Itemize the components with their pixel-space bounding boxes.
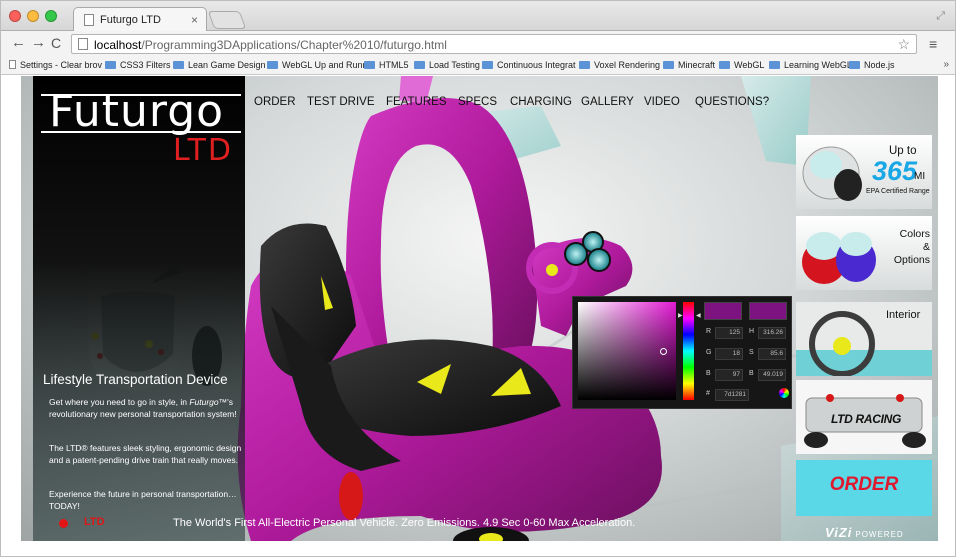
folder-icon <box>173 61 184 69</box>
url-host: localhost <box>94 38 142 52</box>
futurgo-page: Futurgo LTD Lifestyle Transportation Dev… <box>21 76 938 541</box>
back-button[interactable]: ← <box>11 35 26 51</box>
hue-arrow-icon: ▶ <box>678 313 683 319</box>
folder-icon <box>719 61 730 69</box>
order-tile[interactable]: ORDER <box>796 460 932 516</box>
colors-options-tile[interactable]: Colors & Options <box>796 216 932 290</box>
bookmark-folder[interactable]: Minecraft <box>663 60 715 70</box>
hue-arrow-icon: ◀ <box>696 313 701 319</box>
left-info-panel: Futurgo LTD Lifestyle Transportation Dev… <box>33 76 245 541</box>
ltd-label: LTD <box>84 516 105 528</box>
ltd-logo: LTD <box>173 133 234 168</box>
record-dot-icon <box>59 519 68 528</box>
folder-icon <box>849 61 860 69</box>
bookmark-folder[interactable]: HTML5 <box>364 60 409 70</box>
vizi-logo[interactable]: ViZi POWERED <box>825 525 904 540</box>
bookmark-folder[interactable]: Learning WebGL <box>769 60 852 70</box>
folder-icon <box>769 61 780 69</box>
cta-paragraph: Experience the future in personal transp… <box>49 489 237 511</box>
tagline: Lifestyle Transportation Device <box>43 372 228 387</box>
window-maximize-button[interactable] <box>45 10 57 22</box>
new-color-swatch <box>704 302 742 320</box>
page-icon <box>9 60 16 69</box>
folder-icon <box>267 61 278 69</box>
folder-icon <box>482 61 493 69</box>
bookmark-folder[interactable]: Load Testing <box>414 60 480 70</box>
folder-icon <box>663 61 674 69</box>
folder-icon <box>105 61 116 69</box>
address-bar[interactable]: localhost/Programming3DApplications/Chap… <box>71 34 917 54</box>
bookmark-folder[interactable]: Continuous Integrat <box>482 60 576 70</box>
bottom-banner-text: The World's First All-Electric Personal … <box>173 517 636 529</box>
nav-order[interactable]: ORDER <box>254 96 296 108</box>
bookmark-star-icon[interactable]: ☆ <box>897 36 910 53</box>
saturation-value-field[interactable] <box>578 302 676 400</box>
intro-paragraph: Get where you need to go in style, in Fu… <box>49 397 237 419</box>
bookmark-folder[interactable]: Voxel Rendering <box>579 60 660 70</box>
reload-button[interactable]: C <box>51 35 61 51</box>
url-path: /Programming3DApplications/Chapter%2010/… <box>141 38 447 52</box>
fullscreen-icon[interactable]: ⤢ <box>936 10 945 23</box>
bookmark-folder[interactable]: WebGL Up and Runn <box>267 60 368 70</box>
range-unit: MI <box>914 171 926 182</box>
tab-close-icon[interactable]: × <box>191 13 198 27</box>
folder-icon <box>364 61 375 69</box>
bookmark-folder[interactable]: WebGL <box>719 60 764 70</box>
interior-tile[interactable]: Interior <box>796 302 932 376</box>
ltd-racing-label: LTD RACING <box>830 412 902 426</box>
window-minimize-button[interactable] <box>27 10 39 22</box>
tab-title: Futurgo LTD <box>100 14 161 26</box>
order-label: ORDER <box>829 474 899 495</box>
range-tile[interactable]: Up to 365 MI EPA Certified Range <box>796 135 932 209</box>
color-wheel-icon[interactable] <box>779 388 789 398</box>
futurgo-logo[interactable]: Futurgo <box>49 90 239 134</box>
browser-toolbar: ← → C localhost/Programming3DApplication… <box>1 31 955 57</box>
nav-charging[interactable]: CHARGING <box>510 96 572 108</box>
interior-label: Interior <box>886 309 921 321</box>
forward-button[interactable]: → <box>31 35 46 51</box>
hue-slider[interactable] <box>683 302 694 400</box>
nav-video[interactable]: VIDEO <box>644 96 680 108</box>
bookmarks-bar: Settings - Clear brov CSS3 Filters Lean … <box>1 57 955 75</box>
folder-icon <box>414 61 425 69</box>
window-close-button[interactable] <box>9 10 21 22</box>
features-paragraph: The LTD® features sleek styling, ergonom… <box>49 443 242 465</box>
nav-features[interactable]: FEATURES <box>386 96 447 108</box>
nav-gallery[interactable]: GALLERY <box>581 96 634 108</box>
range-caption: EPA Certified Range <box>866 188 930 195</box>
color-cursor[interactable] <box>660 348 667 355</box>
tab-strip: Futurgo LTD × ⤢ <box>1 1 955 32</box>
range-value: 365 <box>872 156 918 186</box>
nav-test-drive[interactable]: TEST DRIVE <box>307 96 375 108</box>
folder-icon <box>579 61 590 69</box>
bookmarks-overflow-icon[interactable]: » <box>943 59 949 70</box>
browser-menu-icon[interactable]: ≡ <box>929 36 937 52</box>
current-color-swatch[interactable] <box>749 302 787 320</box>
tab-futurgo[interactable]: Futurgo LTD × <box>73 7 207 32</box>
bookmark-item[interactable]: Settings - Clear brov <box>9 60 102 70</box>
colors-options-label: Colors & Options <box>893 228 930 266</box>
page-icon <box>78 38 88 50</box>
color-picker[interactable]: ▶ ◀ R 125 H 316.26 G 18 S 85.6 B 97 B 49.019 #… <box>572 296 792 409</box>
nav-specs[interactable]: SPECS <box>458 96 497 108</box>
bookmark-folder[interactable]: Node.js <box>849 60 895 70</box>
ltd-racing-tile[interactable]: LTD RACING <box>796 380 932 454</box>
new-tab-button[interactable] <box>207 11 247 29</box>
nav-questions[interactable]: QUESTIONS? <box>695 96 769 108</box>
bookmark-folder[interactable]: Lean Game Design w <box>173 60 275 70</box>
bookmark-folder[interactable]: CSS3 Filters <box>105 60 171 70</box>
page-icon <box>84 14 94 26</box>
